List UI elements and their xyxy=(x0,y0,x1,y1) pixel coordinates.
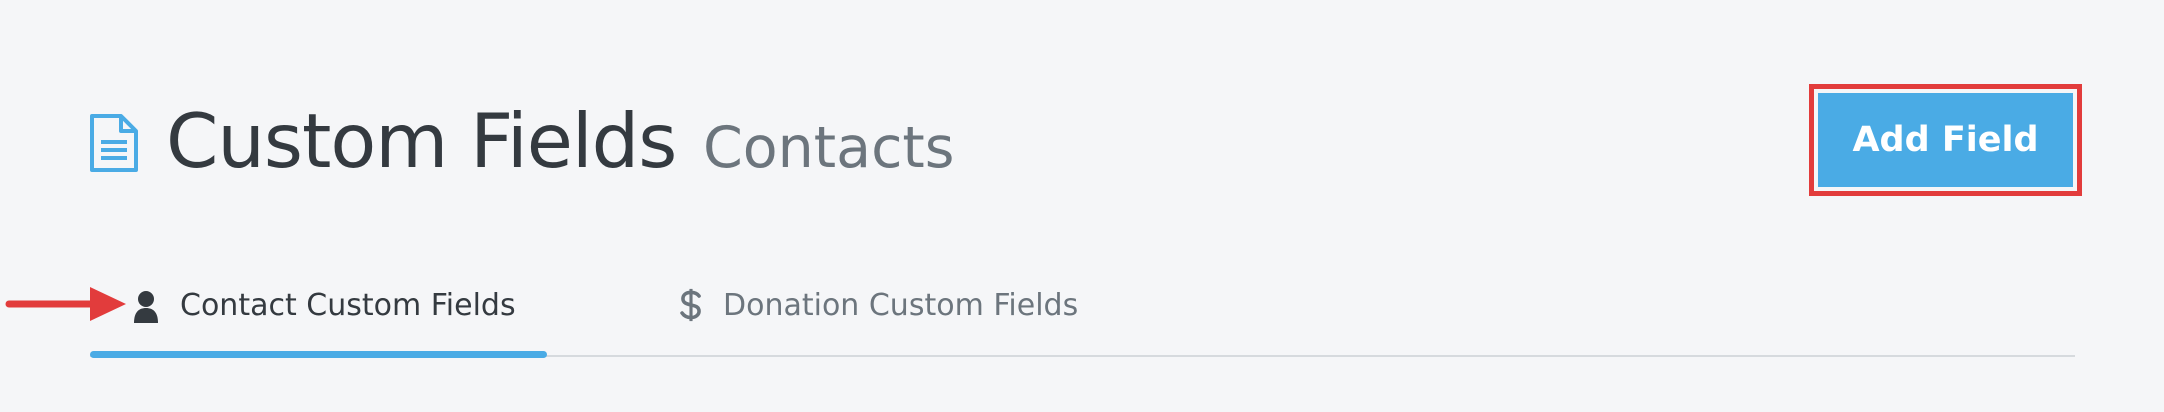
page-title: Custom Fields xyxy=(166,97,677,185)
tab-contact-custom-fields[interactable]: Contact Custom Fields xyxy=(90,270,547,358)
active-tab-indicator xyxy=(90,351,547,358)
custom-fields-tabs: Contact Custom Fields Donation Custom Fi… xyxy=(90,270,2075,358)
dollar-icon xyxy=(680,288,701,322)
tab-label: Donation Custom Fields xyxy=(723,288,1079,323)
document-icon xyxy=(90,114,138,172)
tab-donation-custom-fields[interactable]: Donation Custom Fields xyxy=(585,270,1105,358)
page-subtitle: Contacts xyxy=(703,115,955,181)
tab-label: Contact Custom Fields xyxy=(180,288,516,323)
add-field-button[interactable]: Add Field xyxy=(1818,93,2073,187)
custom-fields-page: Custom Fields Contacts Add Field Contact… xyxy=(0,0,2164,412)
user-icon xyxy=(134,291,158,323)
